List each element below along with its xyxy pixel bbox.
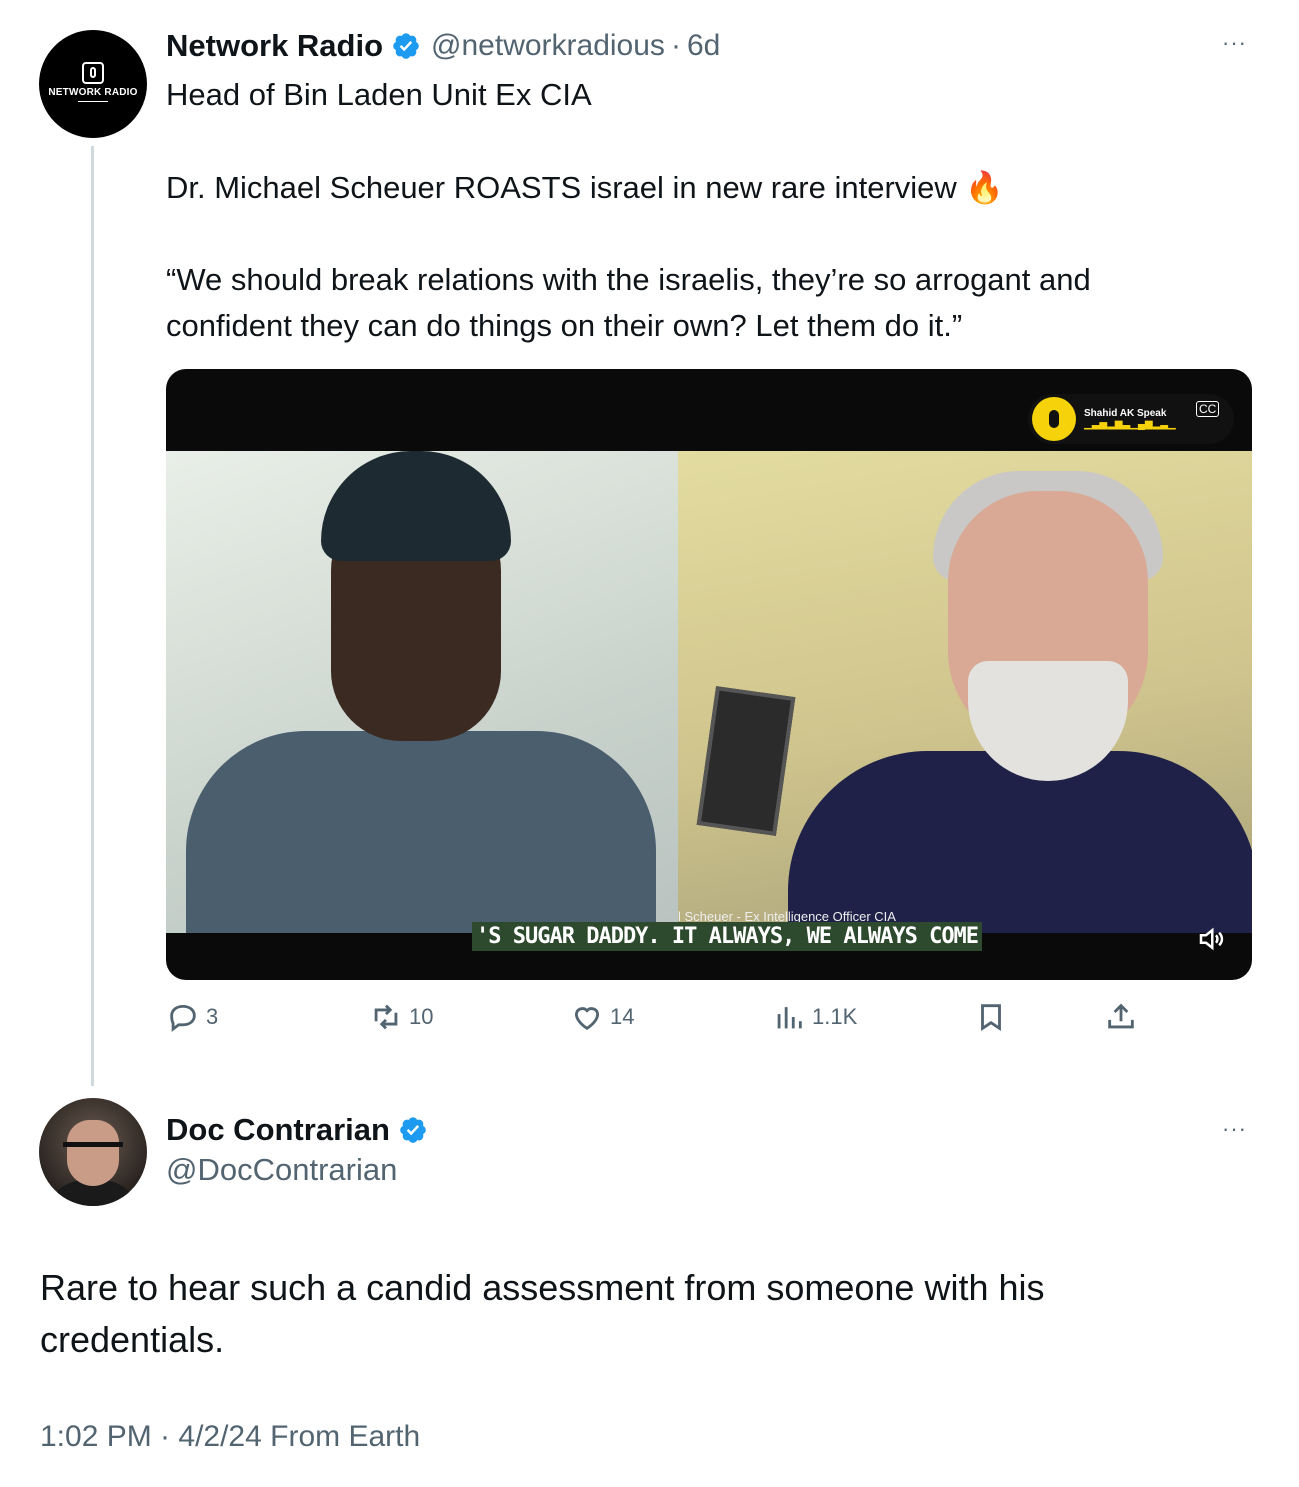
tweet-header: Network Radio @networkradious · 6d <box>166 26 720 66</box>
tweet-line-3: “We should break relations with the isra… <box>166 262 1091 297</box>
retweet-count: 10 <box>409 1004 434 1029</box>
volume-icon[interactable] <box>1196 924 1226 954</box>
video-caption: 'S SUGAR DADDY. IT ALWAYS, WE ALWAYS COM… <box>472 922 983 951</box>
tweet-actions: 3 10 14 1.1K <box>166 1000 1146 1040</box>
share-icon <box>1108 1003 1134 1029</box>
microphone-icon <box>82 61 104 84</box>
wave-line <box>78 100 108 107</box>
avatar-glasses <box>63 1142 123 1156</box>
more-options-icon[interactable]: ··· <box>1222 30 1247 56</box>
channel-name: Shahid AK Speak <box>1084 408 1167 419</box>
share-button[interactable] <box>1104 1000 1138 1034</box>
reply-author-name[interactable]: Doc Contrarian <box>166 1112 390 1148</box>
thread-line <box>91 146 94 1086</box>
tweet-time[interactable]: 6d <box>687 29 720 63</box>
tweet-line-1: Head of Bin Laden Unit Ex CIA <box>166 77 592 112</box>
reply-text: Rare to hear such a candid assessment fr… <box>40 1262 1044 1366</box>
picture-frame <box>696 686 796 836</box>
views-count: 1.1K <box>812 1004 858 1029</box>
bookmark-icon <box>981 1004 1001 1031</box>
bookmark-button[interactable] <box>974 1000 1008 1034</box>
audio-bars-icon: ▁▃▅▂▆▃▁▄▆▂▃▁ <box>1084 419 1176 430</box>
video-player[interactable]: Shahid AK Speak ▁▃▅▂▆▃▁▄▆▂▃▁ CC l Scheue… <box>166 369 1252 980</box>
doc-contrarian-avatar[interactable] <box>39 1098 147 1206</box>
tweet-line-2: Dr. Michael Scheuer ROASTS israel in new… <box>166 170 1004 205</box>
separator-dot: · <box>670 29 681 62</box>
author-handle[interactable]: @networkradious <box>431 29 665 63</box>
video-right-pane <box>678 451 1252 933</box>
reply-count: 3 <box>206 1004 219 1029</box>
reply-line-1: Rare to hear such a candid assessment fr… <box>40 1267 1045 1308</box>
retweet-button[interactable]: 10 <box>369 1000 433 1034</box>
reply-line-2: credentials. <box>40 1319 225 1360</box>
like-count: 14 <box>610 1004 635 1029</box>
heart-icon <box>574 1007 600 1030</box>
closed-captions-icon[interactable]: CC <box>1196 401 1220 417</box>
tweet-line-4: confident they can do things on their ow… <box>166 308 963 343</box>
more-options-icon[interactable]: ··· <box>1222 1116 1247 1142</box>
author-name[interactable]: Network Radio <box>166 28 383 64</box>
reply-icon <box>170 1004 196 1032</box>
verified-badge-icon <box>400 1117 426 1143</box>
reply-meta: 1:02 PM · 4/2/24 From Earth <box>40 1420 421 1453</box>
reply-button[interactable]: 3 <box>166 1000 218 1034</box>
right-person-body <box>788 751 1252 933</box>
verified-badge-icon <box>393 33 419 59</box>
video-left-pane <box>166 451 678 933</box>
like-button[interactable]: 14 <box>570 1000 634 1034</box>
reply-author-handle[interactable]: @DocContrarian <box>166 1152 397 1188</box>
retweet-icon <box>374 1004 398 1030</box>
left-person-body <box>186 731 656 933</box>
views-button[interactable]: 1.1K <box>772 1000 857 1034</box>
network-radio-avatar[interactable]: NETWORK RADIO <box>39 30 147 138</box>
views-icon <box>777 1007 802 1029</box>
left-person-cap <box>321 451 511 561</box>
avatar-logo-text: NETWORK RADIO <box>48 86 138 98</box>
reply-header: Doc Contrarian <box>166 1110 428 1150</box>
microphone-icon <box>1032 397 1076 441</box>
